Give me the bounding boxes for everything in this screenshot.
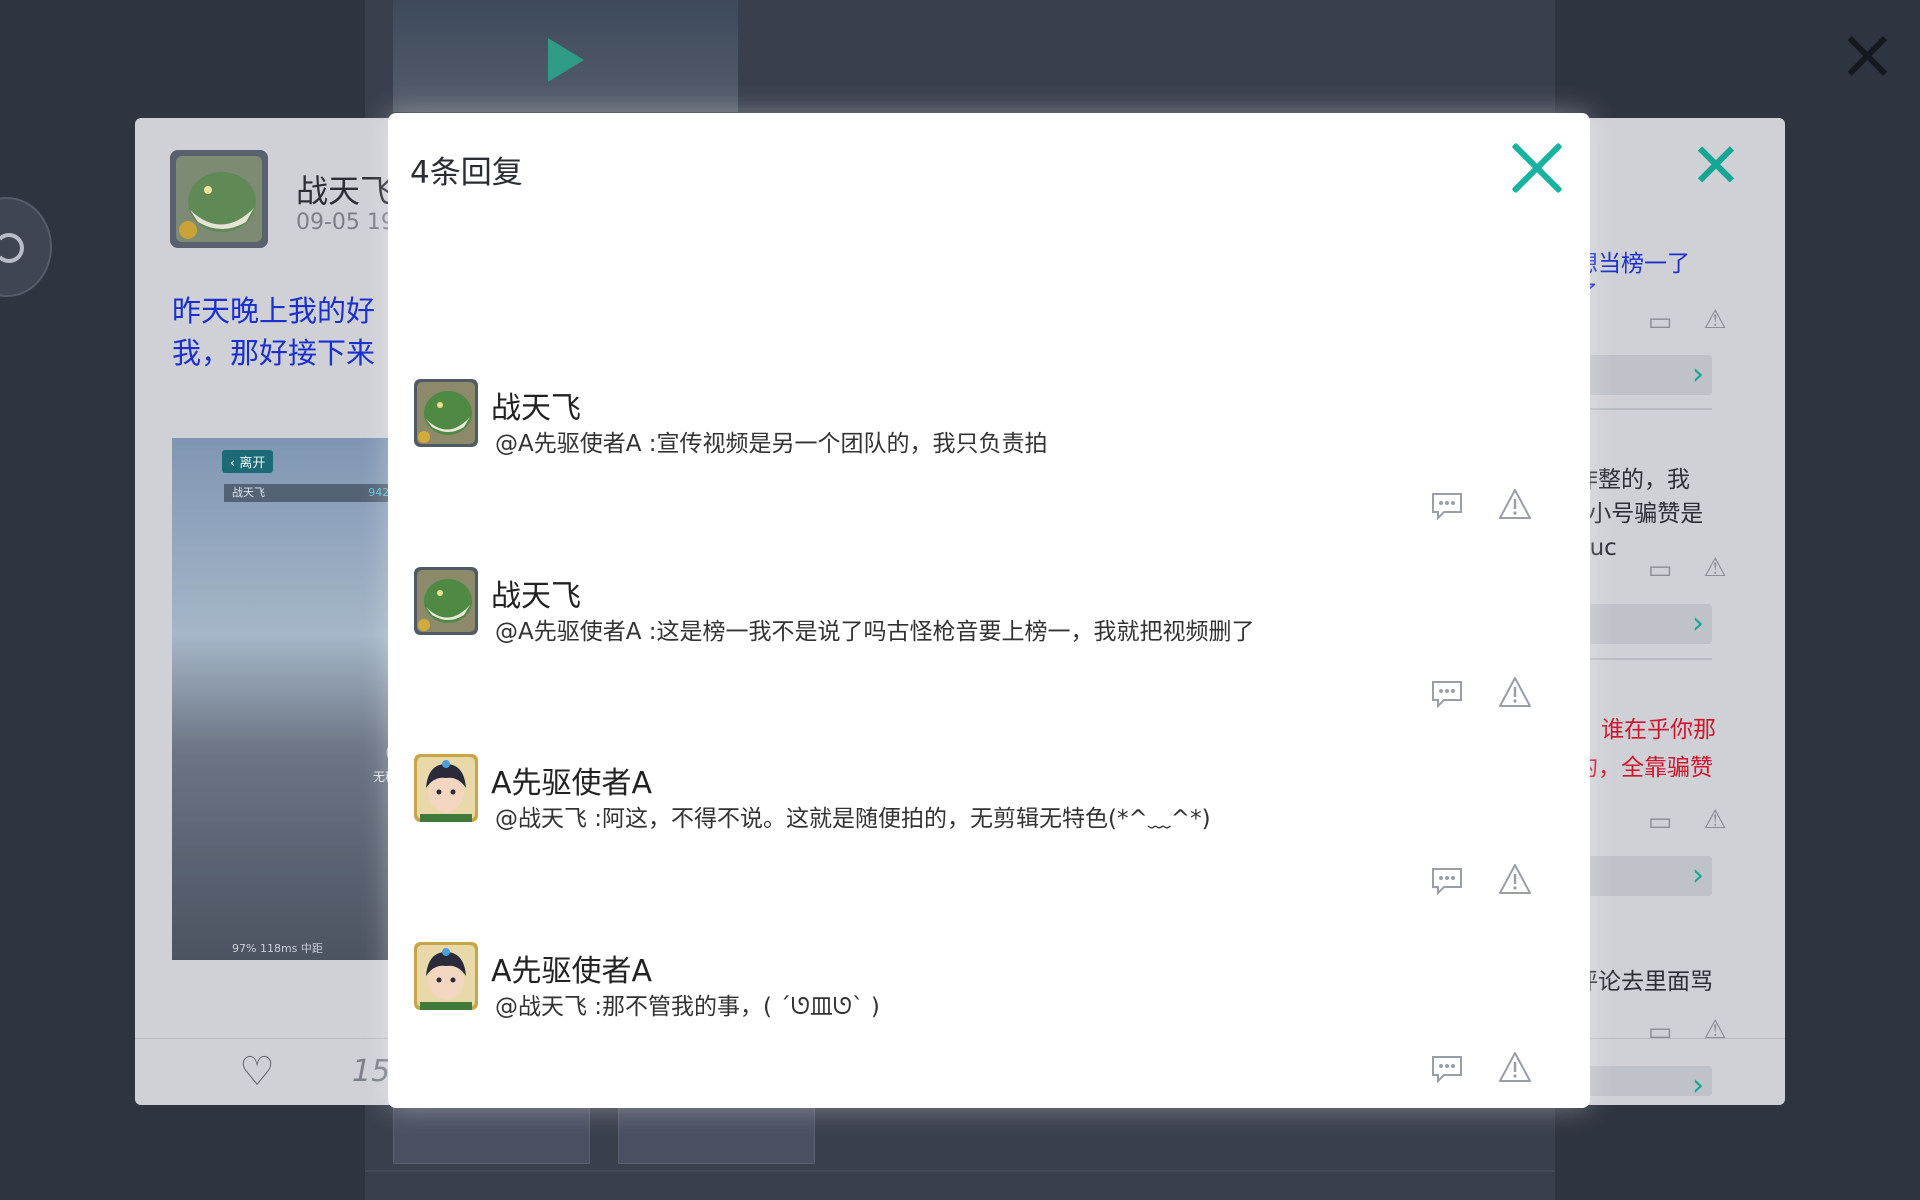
modal-title: 4条回复 [410, 155, 523, 191]
play-icon [548, 38, 584, 82]
reply-item: A先驱使者A @战天飞 :那不管我的事，( ´ᘎ皿ᘎ` ) [414, 942, 1574, 1108]
comment-icon[interactable]: ▭ [1643, 808, 1677, 836]
comment-icon[interactable] [1430, 1054, 1464, 1084]
report-icon[interactable] [1498, 1050, 1532, 1084]
reply-item: 战天飞 @A先驱使者A :宣传视频是另一个团队的，我只负责拍 [414, 379, 1574, 549]
close-icon[interactable]: × [1838, 19, 1897, 89]
report-icon[interactable] [1498, 675, 1532, 709]
player-name: 战天飞 [232, 486, 265, 499]
author-avatar[interactable] [170, 150, 268, 248]
report-icon[interactable] [1498, 862, 1532, 896]
comment-text: 谁在乎你那 [1601, 717, 1716, 743]
expand-bar[interactable]: › [1587, 604, 1712, 644]
comment-text: F小号骗赞是 [1575, 501, 1704, 527]
close-icon[interactable] [1510, 141, 1564, 195]
reply-author[interactable]: A先驱使者A [491, 946, 652, 990]
expand-bar[interactable]: › [1587, 856, 1712, 896]
report-icon[interactable]: ⚠ [1698, 306, 1732, 334]
close-icon[interactable]: ✕ [1690, 135, 1742, 197]
report-icon[interactable]: ⚠ [1698, 806, 1732, 834]
reply-text: @A先驱使者A :这是榜一我不是说了吗古怪枪音要上榜一，我就把视频删了 [495, 619, 1255, 645]
chevron-right-icon: › [1692, 357, 1704, 392]
chevron-right-icon: › [1692, 606, 1704, 641]
toggle-icon [0, 233, 24, 263]
comment-text: 咋整的，我 [1575, 467, 1690, 493]
divider [365, 1170, 1555, 1172]
media-status: 97% 118ms 中距 [232, 942, 323, 955]
reply-item: 战天飞 @A先驱使者A :这是榜一我不是说了吗古怪枪音要上榜一，我就把视频删了 [414, 567, 1574, 737]
comment-text: 想当榜一了 [1575, 251, 1690, 277]
expand-bar[interactable]: › [1587, 1066, 1712, 1102]
comment-text: 评论去里面骂 [1575, 969, 1713, 995]
comment-icon[interactable] [1430, 679, 1464, 709]
post-author[interactable]: 战天飞 [296, 166, 392, 212]
boy-avatar[interactable] [414, 754, 478, 822]
boy-avatar[interactable] [414, 942, 478, 1010]
comment-icon[interactable]: ▭ [1643, 1018, 1677, 1046]
report-icon[interactable]: ⚠ [1698, 1016, 1732, 1044]
side-toggle-button[interactable] [0, 197, 52, 297]
comment-icon[interactable] [1430, 866, 1464, 896]
comment-icon[interactable] [1430, 491, 1464, 521]
dragon-avatar[interactable] [414, 379, 478, 447]
reply-text: @战天飞 :阿这，不得不说。这就是随便拍的，无剪辑无特色(*^﹏^*) [495, 806, 1211, 832]
thumbnail [618, 1100, 815, 1164]
comment-text: 的，全靠骗赞 [1575, 755, 1713, 781]
divider [1587, 408, 1712, 410]
divider [1587, 658, 1712, 660]
reply-author[interactable]: 战天飞 [491, 383, 581, 427]
expand-bar[interactable]: › [1587, 355, 1712, 395]
dragon-avatar[interactable] [414, 567, 478, 635]
reply-author[interactable]: A先驱使者A [491, 758, 652, 802]
report-icon[interactable]: ⚠ [1698, 554, 1732, 582]
replies-modal: 4条回复 战天飞 @A先驱使者A :宣传视频是另一个团队的，我只负责拍 战天飞 … [388, 113, 1590, 1108]
background-thumbnails [393, 1100, 815, 1164]
reply-text: @战天飞 :那不管我的事，( ´ᘎ皿ᘎ` ) [495, 994, 880, 1020]
post-time: 09-05 19 [296, 210, 395, 235]
comment-icon[interactable]: ▭ [1643, 556, 1677, 584]
chevron-right-icon: › [1692, 1068, 1704, 1103]
leave-button: ‹ 离开 [222, 450, 274, 473]
reply-author[interactable]: 战天飞 [491, 571, 581, 615]
thumbnail [393, 1100, 590, 1164]
comment-icon[interactable]: ▭ [1643, 308, 1677, 336]
heart-icon[interactable]: ♡ [235, 1050, 279, 1094]
reply-item: A先驱使者A @战天飞 :阿这，不得不说。这就是随便拍的，无剪辑无特色(*^﹏^… [414, 754, 1574, 924]
report-icon[interactable] [1498, 487, 1532, 521]
like-count: 15 [352, 1054, 391, 1089]
chevron-right-icon: › [1692, 858, 1704, 893]
leave-label: 离开 [239, 456, 266, 471]
reply-text: @A先驱使者A :宣传视频是另一个团队的，我只负责拍 [495, 431, 1048, 457]
